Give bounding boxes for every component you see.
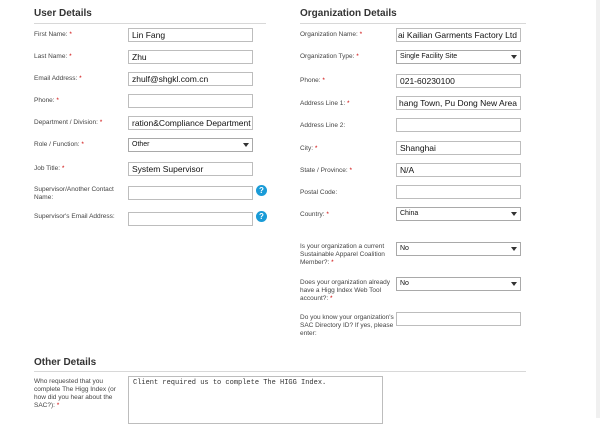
city-input[interactable]: Shanghai — [396, 141, 521, 155]
state-province-input[interactable]: N/A — [396, 163, 521, 177]
organization-type-label: Organization Type: * — [300, 53, 359, 60]
supervisor-email-label: Supervisor's Email Address: — [34, 213, 115, 220]
referral-question-label: Who requested that you complete The Higg… — [34, 378, 116, 409]
higg-account-label: Does your organization already have a Hi… — [300, 279, 390, 302]
higg-account-select-value: No — [400, 280, 409, 287]
job-title-input[interactable]: System Supervisor — [128, 162, 253, 176]
org-phone-input[interactable]: 021-60230100 — [396, 74, 521, 88]
address-line-1-label: Address Line 1: * — [300, 100, 350, 107]
organization-details-title: Organization Details — [300, 8, 397, 19]
organization-name-input[interactable]: ai Kailian Garments Factory Ltd — [396, 28, 521, 42]
role-label: Role / Function: * — [34, 141, 84, 148]
user-details-title: User Details — [34, 8, 92, 19]
country-select[interactable]: China — [396, 207, 521, 221]
chevron-down-icon — [511, 55, 517, 59]
sac-member-select-value: No — [400, 245, 409, 252]
sac-member-select[interactable]: No — [396, 242, 521, 256]
city-label: City: * — [300, 145, 318, 152]
email-input[interactable]: zhulf@shgkl.com.cn — [128, 72, 253, 86]
other-details-title: Other Details — [34, 357, 97, 368]
address-line-2-label: Address Line 2: — [300, 122, 346, 129]
first-name-input[interactable]: Lin Fang — [128, 28, 253, 42]
job-title-label: Job Title: * — [34, 165, 65, 172]
role-select[interactable]: Other — [128, 138, 253, 152]
chevron-down-icon — [511, 247, 517, 251]
country-label: Country: * — [300, 211, 329, 218]
organization-details-divider — [300, 23, 526, 24]
department-label: Department / Division: * — [34, 119, 103, 126]
supervisor-name-input[interactable] — [128, 186, 253, 200]
role-select-value: Other — [132, 141, 150, 148]
help-icon[interactable]: ? — [256, 185, 267, 196]
last-name-input[interactable]: Zhu — [128, 50, 253, 64]
organization-name-label: Organization Name: * — [300, 31, 363, 38]
department-input[interactable]: ration&Compliance Department — [128, 116, 253, 130]
postal-code-input[interactable] — [396, 185, 521, 199]
user-details-divider — [34, 23, 266, 24]
last-name-label: Last Name: * — [34, 53, 72, 60]
referral-answer-textarea[interactable]: Client required us to complete The HIGG … — [128, 376, 383, 424]
state-province-label: State / Province: * — [300, 167, 353, 174]
phone-input[interactable] — [128, 94, 253, 108]
address-line-2-input[interactable] — [396, 118, 521, 132]
sac-member-label: Is your organization a current Sustainab… — [300, 243, 385, 266]
org-phone-label: Phone: * — [300, 77, 325, 84]
help-icon[interactable]: ? — [256, 211, 267, 222]
organization-type-select[interactable]: Single Facility Site — [396, 50, 521, 64]
chevron-down-icon — [243, 143, 249, 147]
sac-directory-id-input[interactable] — [396, 312, 521, 326]
other-details-divider — [34, 371, 526, 372]
country-select-value: China — [400, 210, 419, 217]
organization-type-value: Single Facility Site — [400, 53, 458, 60]
supervisor-name-label: Supervisor/Another Contact Name: — [34, 186, 114, 201]
higg-account-select[interactable]: No — [396, 277, 521, 291]
sac-directory-id-label: Do you know your organization's SAC Dire… — [300, 314, 394, 337]
chevron-down-icon — [511, 212, 517, 216]
page-scrollbar[interactable] — [596, 0, 600, 418]
first-name-label: First Name: * — [34, 31, 72, 38]
phone-label: Phone: * — [34, 97, 59, 104]
address-line-1-input[interactable]: hang Town, Pu Dong New Area — [396, 96, 521, 110]
chevron-down-icon — [511, 282, 517, 286]
email-label: Email Address: * — [34, 75, 82, 82]
postal-code-label: Postal Code: — [300, 189, 338, 196]
supervisor-email-input[interactable] — [128, 212, 253, 226]
